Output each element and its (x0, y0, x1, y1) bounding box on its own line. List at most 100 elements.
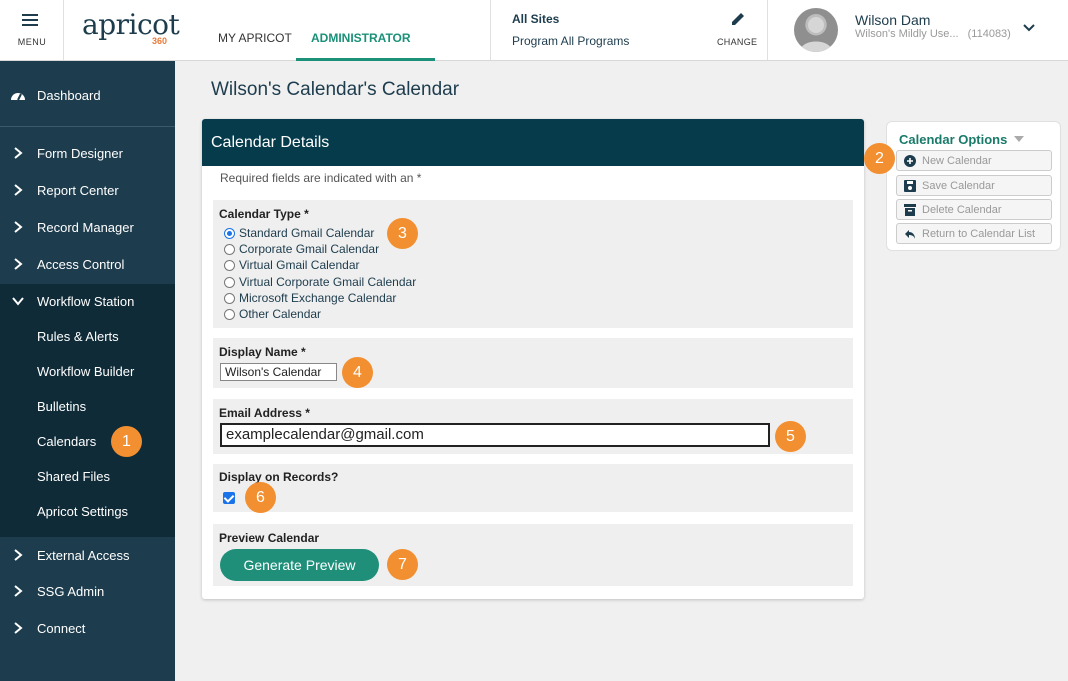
sidebar-item-workflow-station[interactable]: Workflow Station (0, 284, 175, 320)
display-records-checkbox[interactable] (223, 492, 235, 504)
preview-label: Preview Calendar (219, 531, 320, 545)
step-badge-6: 6 (245, 482, 276, 513)
caret-down-icon[interactable] (1014, 136, 1024, 142)
user-silhouette-icon (800, 17, 832, 52)
sidebar-item-external-access[interactable]: External Access (0, 538, 175, 574)
plus-circle-icon (904, 155, 916, 167)
sidebar-item-label: Access Control (37, 257, 125, 272)
active-tab-indicator (296, 58, 435, 61)
preview-section: Preview Calendar Generate Preview (213, 524, 853, 586)
chevron-right-icon (14, 549, 23, 561)
radio-button[interactable] (224, 260, 235, 271)
sidebar-item-label: Form Designer (37, 146, 123, 161)
sidebar-item-label: Report Center (37, 183, 119, 198)
calendar-options-title[interactable]: Calendar Options (899, 132, 1007, 147)
email-input[interactable]: examplecalendar@gmail.com (220, 423, 770, 447)
user-name[interactable]: Wilson Dam (855, 12, 930, 28)
required-note: Required fields are indicated with an * (220, 171, 422, 185)
radio-button[interactable] (224, 277, 235, 288)
sidebar-item-dashboard[interactable]: Dashboard (0, 61, 175, 127)
step-badge-3: 3 (387, 218, 418, 249)
sidebar-subitem-workflow-builder[interactable]: Workflow Builder (37, 364, 134, 379)
hamburger-icon (22, 14, 38, 26)
delete-calendar-button[interactable]: Delete Calendar (896, 199, 1052, 220)
archive-icon (904, 204, 916, 216)
sidebar-item-connect[interactable]: Connect (0, 611, 175, 647)
sidebar-subitem-calendars[interactable]: Calendars (37, 434, 96, 449)
chevron-right-icon (14, 221, 23, 233)
dashboard-icon (11, 93, 25, 101)
workflow-station-section: Workflow Station Rules & Alerts Workflow… (0, 284, 175, 537)
chevron-right-icon (14, 622, 23, 634)
display-records-section: Display on Records? (213, 464, 853, 512)
display-name-input[interactable]: Wilson's Calendar (220, 363, 337, 381)
radio-label: Virtual Corporate Gmail Calendar (239, 275, 417, 289)
chevron-right-icon (14, 258, 23, 270)
display-name-label: Display Name * (219, 345, 306, 359)
sidebar-item-label: Dashboard (37, 88, 101, 103)
generate-preview-button[interactable]: Generate Preview (220, 549, 379, 581)
page-title: Wilson's Calendar's Calendar (211, 79, 460, 100)
radio-label: Virtual Gmail Calendar (239, 258, 360, 272)
return-calendar-list-button[interactable]: Return to Calendar List (896, 223, 1052, 244)
sidebar-subitem-rules-alerts[interactable]: Rules & Alerts (37, 329, 119, 344)
sidebar-item-report-center[interactable]: Report Center (0, 173, 175, 209)
menu-label: MENU (17, 37, 47, 47)
display-records-label: Display on Records? (219, 470, 339, 484)
radio-label: Microsoft Exchange Calendar (239, 291, 397, 305)
sites-program: Program All Programs (512, 34, 630, 48)
user-org: Wilson's Mildly Use... (855, 28, 959, 40)
chevron-right-icon (14, 585, 23, 597)
radio-button[interactable] (224, 228, 235, 239)
user-org-line: Wilson's Mildly Use... (114083) (855, 28, 1011, 40)
new-calendar-button[interactable]: New Calendar (896, 150, 1052, 171)
calendar-details-card: Calendar Details Required fields are ind… (202, 119, 864, 599)
radio-label: Standard Gmail Calendar (239, 226, 375, 240)
top-bar: MENU apricot 360 MY APRICOT ADMINISTRATO… (0, 0, 1068, 61)
radio-button[interactable] (224, 293, 235, 304)
button-label: New Calendar (922, 155, 992, 167)
card-title: Calendar Details (211, 134, 330, 151)
card-header: Calendar Details (202, 119, 864, 166)
menu-button[interactable]: MENU (0, 0, 64, 60)
chevron-right-icon (14, 147, 23, 159)
sidebar-subitem-apricot-settings[interactable]: Apricot Settings (37, 504, 128, 519)
apricot-logo-sub: 360 (152, 36, 168, 46)
chevron-right-icon (14, 184, 23, 196)
step-badge-1: 1 (111, 426, 142, 457)
sidebar-item-label: Record Manager (37, 220, 134, 235)
step-badge-5: 5 (775, 421, 806, 452)
chevron-down-icon (12, 297, 24, 306)
sidebar-item-form-designer[interactable]: Form Designer (0, 136, 175, 172)
email-label: Email Address * (219, 406, 310, 420)
step-badge-2: 2 (864, 143, 895, 174)
pencil-icon[interactable] (729, 10, 747, 28)
nav-my-apricot[interactable]: MY APRICOT (218, 31, 292, 45)
save-icon (904, 180, 916, 192)
step-badge-4: 4 (342, 357, 373, 388)
nav-administrator[interactable]: ADMINISTRATOR (311, 31, 411, 45)
user-id: (114083) (967, 28, 1011, 40)
display-name-section: Display Name * Wilson's Calendar (213, 338, 853, 388)
avatar[interactable] (794, 8, 838, 52)
sites-title: All Sites (512, 12, 560, 26)
radio-button[interactable] (224, 309, 235, 320)
chevron-down-icon[interactable] (1022, 20, 1036, 34)
change-button[interactable]: CHANGE (717, 37, 757, 47)
site-selector[interactable]: All Sites Program All Programs CHANGE (490, 0, 768, 60)
sidebar-item-record-manager[interactable]: Record Manager (0, 210, 175, 246)
button-label: Save Calendar (922, 180, 995, 192)
calendar-type-label: Calendar Type * (219, 207, 309, 221)
radio-button[interactable] (224, 244, 235, 255)
sidebar-item-label: SSG Admin (37, 584, 105, 599)
sidebar-subitem-bulletins[interactable]: Bulletins (37, 399, 86, 414)
sidebar-item-access-control[interactable]: Access Control (0, 247, 175, 283)
sidebar-item-ssg-admin[interactable]: SSG Admin (0, 574, 175, 610)
button-label: Return to Calendar List (922, 228, 1036, 240)
save-calendar-button[interactable]: Save Calendar (896, 175, 1052, 196)
step-badge-7: 7 (387, 549, 418, 580)
reply-arrow-icon (905, 230, 915, 239)
sidebar: Dashboard Form Designer Report Center Re… (0, 61, 175, 681)
sidebar-subitem-shared-files[interactable]: Shared Files (37, 469, 110, 484)
sidebar-item-label: Workflow Station (37, 294, 135, 309)
